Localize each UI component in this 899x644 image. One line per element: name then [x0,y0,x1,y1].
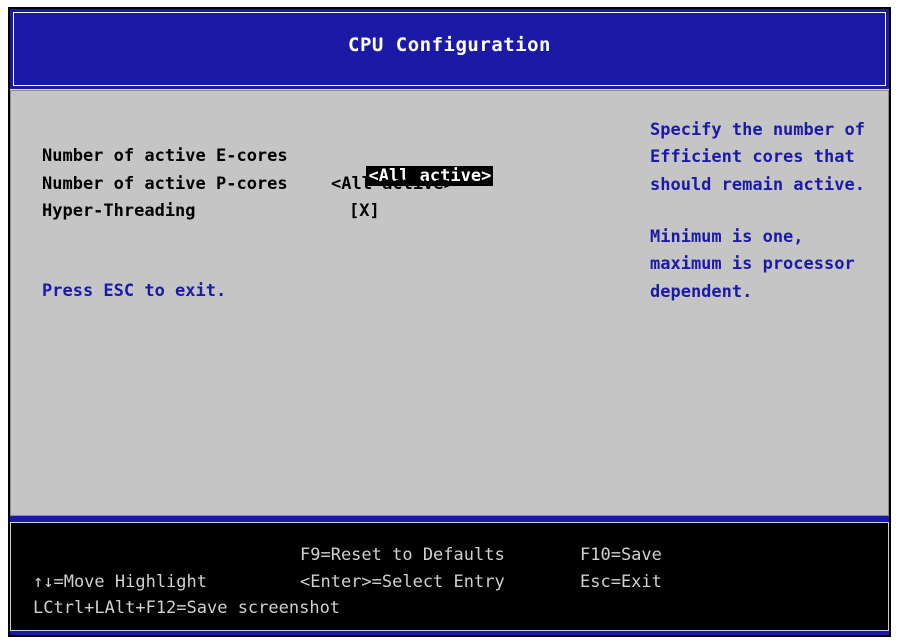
help-line-6: maximum is processor [650,254,855,274]
option-label-p-cores: Number of active P-cores [42,174,288,194]
option-value-p-cores[interactable]: <All active> [331,174,454,194]
page-title: CPU Configuration [348,34,551,56]
help-line-2: Efficient cores that [650,147,855,167]
esc-hint: Press ESC to exit. [42,281,227,301]
key-reset-defaults: F9=Reset to Defaults [300,545,505,565]
help-line-3: should remain active. [650,175,865,195]
key-save: F10=Save [580,545,662,565]
help-line-5: Minimum is one, [650,227,804,247]
key-move-highlight: ↑↓=Move Highlight [33,572,207,592]
bottom-strip [10,631,889,635]
option-value-hyper-threading[interactable]: [X] [349,201,380,221]
key-exit: Esc=Exit [580,572,662,592]
header-bar: CPU Configuration [10,9,889,90]
help-line-7: dependent. [650,282,753,302]
help-line-1: Specify the number of [650,120,865,140]
option-label-hyper-threading: Hyper-Threading [42,201,196,221]
key-select-entry: <Enter>=Select Entry [300,572,505,592]
key-save-screenshot: LCtrl+LAlt+F12=Save screenshot [33,598,341,618]
option-label-e-cores: Number of active E-cores [42,146,288,166]
